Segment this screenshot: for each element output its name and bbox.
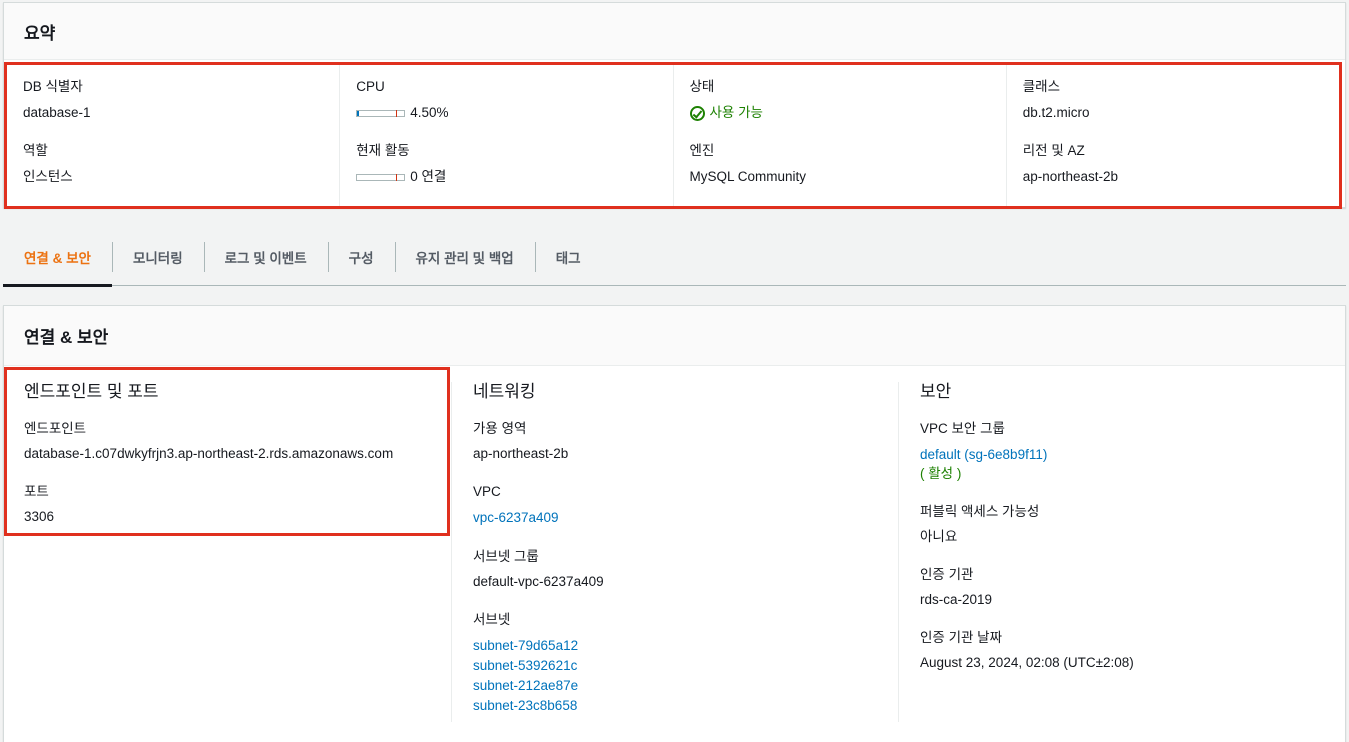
db-identifier-label: DB 식별자 xyxy=(23,79,83,94)
summary-column-status: 상태 사용 가능 엔진 MySQL Community xyxy=(672,65,1006,206)
subnet-link[interactable]: subnet-5392621c xyxy=(473,656,899,676)
engine-label: 엔진 xyxy=(689,143,715,158)
current-activity-label: 현재 활동 xyxy=(356,143,410,158)
subnets-label: 서브넷 xyxy=(473,612,511,627)
summary-grid: DB 식별자 database-1 역할 인스턴스 CPU 4.50% 현재 활… xyxy=(4,62,1342,209)
port-label: 포트 xyxy=(24,484,49,499)
security-section: 보안 VPC 보안 그룹 default (sg-6e8b9f11) ( 활성 … xyxy=(898,382,1345,722)
subnet-group-label: 서브넷 그룹 xyxy=(473,549,539,564)
class-value: db.t2.micro xyxy=(1022,105,1090,120)
cpu-value: 4.50% xyxy=(410,105,449,120)
certificate-authority-value: rds-ca-2019 xyxy=(920,592,993,607)
public-access-value: 아니요 xyxy=(920,529,958,544)
availability-zone-label: 가용 영역 xyxy=(473,421,527,436)
engine-value: MySQL Community xyxy=(689,169,807,184)
subnet-link[interactable]: subnet-79d65a12 xyxy=(473,636,899,656)
role-label: 역할 xyxy=(23,143,48,158)
cpu-label: CPU xyxy=(356,79,385,94)
status-value: 사용 가능 xyxy=(709,105,763,120)
subnet-link[interactable]: subnet-23c8b658 xyxy=(473,696,899,716)
role-value: 인스턴스 xyxy=(23,169,73,184)
class-label: 클래스 xyxy=(1022,79,1061,94)
tab-configuration[interactable]: 구성 xyxy=(327,228,395,286)
status-label: 상태 xyxy=(689,79,715,94)
endpoint-section-title: 엔드포인트 및 포트 xyxy=(24,382,159,401)
db-identifier-value: database-1 xyxy=(23,105,91,120)
endpoint-value: database-1.c07dwkyfrjn3.ap-northeast-2.r… xyxy=(24,446,394,461)
summary-column-class: 클래스 db.t2.micro 리전 및 AZ ap-northeast-2b xyxy=(1005,65,1339,206)
endpoint-label: 엔드포인트 xyxy=(24,421,87,436)
subnet-link[interactable]: subnet-212ae87e xyxy=(473,676,899,696)
summary-title: 요약 xyxy=(4,3,1345,60)
connectivity-title: 연결 & 보안 xyxy=(4,306,1345,366)
certificate-authority-label: 인증 기관 xyxy=(920,567,974,582)
tab-tags[interactable]: 태그 xyxy=(534,228,602,286)
summary-column-cpu: CPU 4.50% 현재 활동 0 연결 xyxy=(339,65,672,206)
tab-maintenance-backup[interactable]: 유지 관리 및 백업 xyxy=(394,228,535,286)
region-az-value: ap-northeast-2b xyxy=(1022,169,1119,184)
activity-bar xyxy=(356,173,406,181)
endpoint-section: 엔드포인트 및 포트 엔드포인트 database-1.c07dwkyfrjn3… xyxy=(4,367,450,536)
vpc-security-group-label: VPC 보안 그룹 xyxy=(920,421,1005,436)
connectivity-panel: 연결 & 보안 엔드포인트 및 포트 엔드포인트 database-1.c07d… xyxy=(3,305,1346,742)
subnet-group-value: default-vpc-6237a409 xyxy=(473,574,604,589)
security-group-link[interactable]: default (sg-6e8b9f11) xyxy=(920,445,1345,465)
summary-panel: 요약 DB 식별자 database-1 역할 인스턴스 CPU 4.50% 현… xyxy=(3,2,1346,209)
current-activity-value: 0 연결 xyxy=(410,169,447,184)
detail-tabs: 연결 & 보안 모니터링 로그 및 이벤트 구성 유지 관리 및 백업 태그 xyxy=(3,228,1346,287)
check-circle-icon xyxy=(689,105,705,121)
cpu-utilization-bar xyxy=(356,109,406,117)
tab-connectivity-security[interactable]: 연결 & 보안 xyxy=(3,228,112,287)
networking-section: 네트워킹 가용 영역 ap-northeast-2b VPC vpc-6237a… xyxy=(451,382,899,722)
port-value: 3306 xyxy=(24,509,55,524)
networking-section-title: 네트워킹 xyxy=(473,382,536,401)
tab-monitoring[interactable]: 모니터링 xyxy=(111,228,204,286)
tab-logs-events[interactable]: 로그 및 이벤트 xyxy=(203,228,328,286)
security-group-status: ( 활성 ) xyxy=(920,466,962,481)
region-az-label: 리전 및 AZ xyxy=(1022,143,1085,158)
public-access-label: 퍼블릭 액세스 가능성 xyxy=(920,504,1040,519)
availability-zone-value: ap-northeast-2b xyxy=(473,446,569,461)
summary-column-identifier: DB 식별자 database-1 역할 인스턴스 xyxy=(7,65,339,206)
certificate-authority-date-value: August 23, 2024, 02:08 (UTC±2:08) xyxy=(920,655,1134,670)
security-section-title: 보안 xyxy=(920,382,952,401)
vpc-label: VPC xyxy=(473,484,501,499)
vpc-link[interactable]: vpc-6237a409 xyxy=(473,510,559,525)
certificate-authority-date-label: 인증 기관 날짜 xyxy=(920,630,1003,645)
